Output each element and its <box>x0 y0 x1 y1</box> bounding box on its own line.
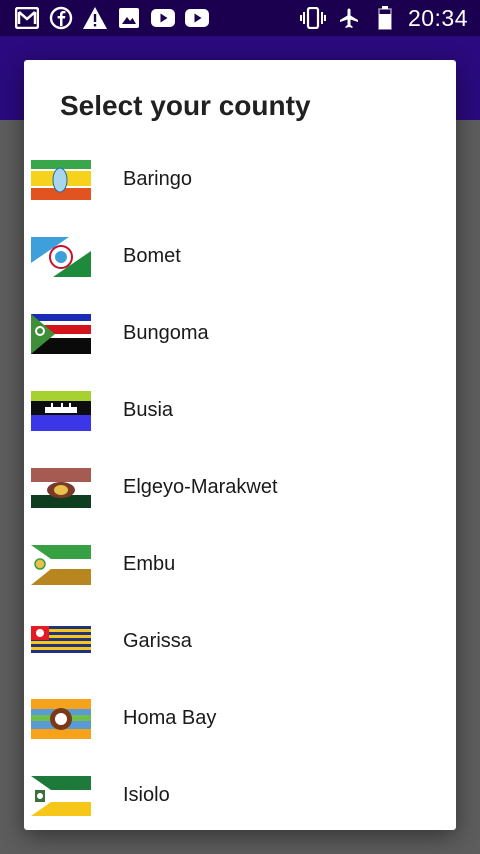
youtube-icon <box>184 5 210 31</box>
county-item-homa-bay[interactable]: Homa Bay <box>24 680 456 757</box>
baringo-flag-icon <box>31 159 91 200</box>
dialog-title: Select your county <box>60 90 311 121</box>
county-item-elgeyo-marakwet[interactable]: Elgeyo-Marakwet <box>24 449 456 526</box>
county-item-busia[interactable]: Busia <box>24 372 456 449</box>
county-name: Busia <box>123 399 174 421</box>
isiolo-flag-icon <box>31 775 91 816</box>
county-item-garissa[interactable]: Garissa <box>24 603 456 680</box>
county-name: Embu <box>123 553 176 575</box>
embu-flag-icon <box>31 544 91 585</box>
bomet-flag-icon <box>31 236 91 277</box>
county-item-embu[interactable]: Embu <box>24 526 456 603</box>
county-name: Garissa <box>123 630 192 652</box>
battery-icon <box>372 5 398 31</box>
county-item-isiolo[interactable]: Isiolo <box>24 757 456 830</box>
busia-flag-icon <box>31 390 91 431</box>
elgeyo-marakwet-flag-icon <box>31 467 91 508</box>
facebook-icon <box>48 5 74 31</box>
warning-icon <box>82 5 108 31</box>
county-list[interactable]: Baringo Bomet Bungoma Busia Elgeyo-Marak… <box>24 141 456 830</box>
county-item-bomet[interactable]: Bomet <box>24 218 456 295</box>
county-name: Isiolo <box>123 784 170 806</box>
image-icon <box>116 5 142 31</box>
airplane-mode-icon <box>336 5 362 31</box>
notification-icons <box>0 5 210 31</box>
youtube-icon <box>150 5 176 31</box>
county-name: Bomet <box>123 245 181 267</box>
homa-bay-flag-icon <box>31 698 91 739</box>
county-name: Elgeyo-Marakwet <box>123 476 278 498</box>
county-name: Baringo <box>123 168 192 190</box>
county-name: Homa Bay <box>123 707 217 729</box>
gmail-icon <box>14 5 40 31</box>
system-status: 20:34 <box>299 4 480 32</box>
vibrate-icon <box>299 5 326 31</box>
county-name: Bungoma <box>123 322 209 344</box>
status-bar: 20:34 <box>0 0 480 36</box>
county-select-dialog: Select your county Baringo Bomet Bungoma… <box>24 60 456 830</box>
bungoma-flag-icon <box>31 313 91 354</box>
clock: 20:34 <box>407 4 468 31</box>
county-item-bungoma[interactable]: Bungoma <box>24 295 456 372</box>
garissa-flag-icon <box>31 621 91 662</box>
county-item-baringo[interactable]: Baringo <box>24 141 456 218</box>
